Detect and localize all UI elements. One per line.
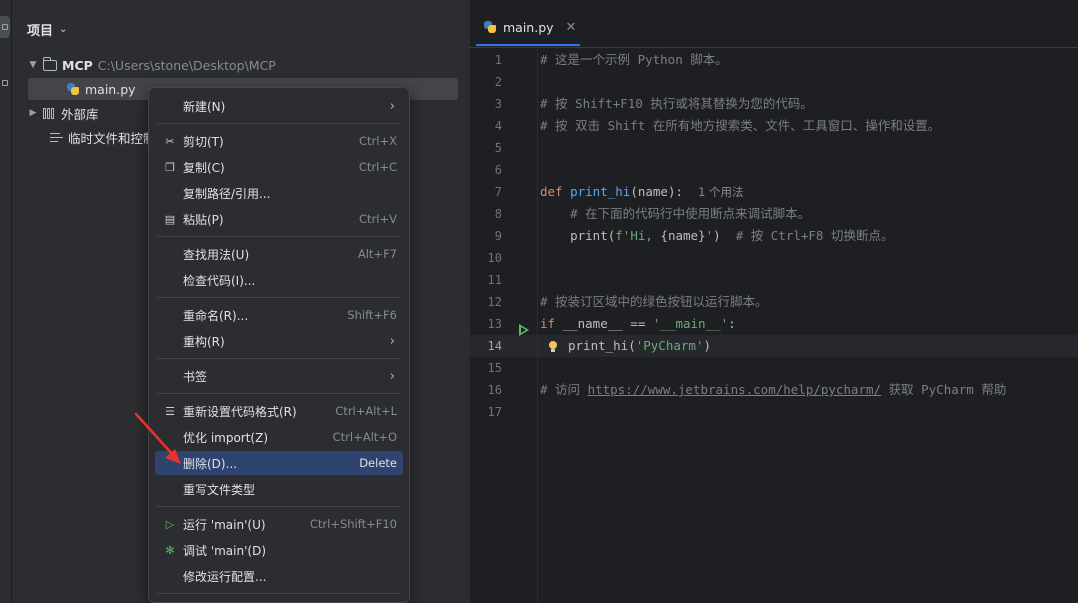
tab-main-py[interactable]: main.py ✕: [476, 10, 580, 46]
menu-separator: [157, 123, 401, 124]
menu-item-run-main[interactable]: ▷ 运行 'main'(U) Ctrl+Shift+F10: [155, 512, 403, 536]
code-line-8[interactable]: # 在下面的代码行中使用断点来调试脚本。: [540, 203, 810, 225]
project-tool-button[interactable]: [0, 16, 10, 38]
menu-separator: [157, 593, 401, 594]
tree-item-label: main.py: [85, 81, 136, 97]
structure-icon: [2, 80, 8, 86]
project-root-path: C:\Users\stone\Desktop\MCP: [97, 57, 276, 73]
chevron-down-icon: ⌄: [59, 23, 68, 35]
line-number-gutter: 1 2 3 4 5 6 7 8 9 10 11 12 13 14 15 16 1…: [470, 49, 538, 603]
line-number: 2: [494, 75, 502, 89]
chevron-right-icon: ›: [389, 98, 395, 114]
scratches-icon: [50, 132, 63, 143]
debug-icon: ✻: [165, 543, 175, 557]
code-line-9[interactable]: print(f'Hi, {name}') # 按 Ctrl+F8 切换断点。: [540, 225, 893, 247]
menu-separator: [157, 393, 401, 394]
paste-icon: ▤: [164, 212, 176, 226]
menu-item-optimize-imports[interactable]: 优化 import(Z) Ctrl+Alt+O: [155, 425, 403, 449]
line-number: 15: [487, 361, 502, 375]
menu-item-copy-path[interactable]: 复制路径/引用...: [155, 181, 403, 205]
chevron-right-icon: ›: [389, 368, 395, 384]
help-link[interactable]: https://www.jetbrains.com/help/pycharm/: [588, 382, 882, 397]
line-number: 9: [494, 229, 502, 243]
menu-item-override-file-type[interactable]: 重写文件类型: [155, 477, 403, 501]
menu-item-refactor[interactable]: 重构(R) ›: [155, 329, 403, 353]
menu-item-new[interactable]: 新建(N) ›: [155, 94, 403, 118]
copy-icon: ❐: [165, 160, 175, 174]
line-number: 16: [487, 383, 502, 397]
line-number: 1: [494, 53, 502, 67]
project-root-name: MCP: [62, 57, 93, 73]
menu-item-delete[interactable]: 删除(D)... Delete: [155, 451, 403, 475]
reformat-icon: ☰: [165, 404, 175, 418]
tree-item-external-libraries[interactable]: ▶ 外部库: [28, 102, 99, 124]
menu-separator: [157, 506, 401, 507]
line-number: 10: [487, 251, 502, 265]
menu-item-reformat-code[interactable]: ☰ 重新设置代码格式(R) Ctrl+Alt+L: [155, 399, 403, 423]
menu-item-bookmarks[interactable]: 书签 ›: [155, 364, 403, 388]
code-line-12[interactable]: # 按装订区域中的绿色按钮以运行脚本。: [540, 291, 768, 313]
tree-item-label: 临时文件和控制: [68, 130, 156, 146]
menu-separator: [157, 297, 401, 298]
line-number: 17: [487, 405, 502, 419]
menu-item-rename[interactable]: 重命名(R)... Shift+F6: [155, 303, 403, 327]
usage-hint: 1 个用法: [698, 185, 744, 199]
run-icon: ▷: [165, 517, 175, 531]
line-number: 3: [494, 97, 502, 111]
code-line-1[interactable]: # 这是一个示例 Python 脚本。: [540, 49, 728, 71]
menu-item-modify-run-config[interactable]: 修改运行配置...: [155, 564, 403, 588]
code-editor: main.py ✕ 1 2 3 4 5 6 7 8 9 10 11 12 13 …: [470, 0, 1078, 603]
line-number: 11: [487, 273, 502, 287]
chevron-right-icon: ›: [389, 333, 395, 349]
line-number: 6: [494, 163, 502, 177]
project-panel-header[interactable]: 项目 ⌄: [27, 20, 68, 39]
line-number: 7: [494, 185, 502, 199]
line-number: 5: [494, 141, 502, 155]
menu-item-paste[interactable]: ▤ 粘贴(P) Ctrl+V: [155, 207, 403, 231]
context-menu: 新建(N) › ✂ 剪切(T) Ctrl+X ❐ 复制(C) Ctrl+C 复制…: [148, 87, 410, 603]
menu-separator: [157, 236, 401, 237]
code-line-14[interactable]: print_hi('PyCharm'): [548, 335, 711, 357]
code-line-7[interactable]: def print_hi(name): 1 个用法: [540, 181, 744, 203]
project-icon: [2, 24, 8, 30]
tool-window-strip: [0, 0, 12, 603]
expand-arrow-icon[interactable]: ▶: [28, 108, 38, 118]
menu-item-find-usages[interactable]: 查找用法(U) Alt+F7: [155, 242, 403, 266]
expand-arrow-icon[interactable]: ▼: [28, 60, 38, 70]
structure-tool-button[interactable]: [0, 72, 10, 94]
line-number: 14: [487, 339, 502, 353]
scissors-icon: ✂: [165, 134, 175, 148]
code-line-16[interactable]: # 访问 https://www.jetbrains.com/help/pych…: [540, 379, 1006, 401]
code-line-4[interactable]: # 按 双击 Shift 在所有地方搜索类、文件、工具窗口、操作和设置。: [540, 115, 940, 137]
menu-item-cut[interactable]: ✂ 剪切(T) Ctrl+X: [155, 129, 403, 153]
editor-tab-bar: main.py ✕: [470, 0, 1078, 48]
line-number: 8: [494, 207, 502, 221]
code-line-13[interactable]: if __name__ == '__main__':: [540, 313, 736, 335]
menu-item-debug-main[interactable]: ✻ 调试 'main'(D): [155, 538, 403, 562]
folder-icon: [42, 56, 57, 71]
menu-item-copy[interactable]: ❐ 复制(C) Ctrl+C: [155, 155, 403, 179]
tree-item-scratches[interactable]: 临时文件和控制: [50, 126, 156, 148]
line-number: 13: [487, 317, 502, 331]
menu-item-inspect-code[interactable]: 检查代码(I)...: [155, 268, 403, 292]
library-icon: [43, 107, 56, 119]
python-file-icon: [483, 20, 497, 34]
line-number: 12: [487, 295, 502, 309]
tree-item-project-root[interactable]: ▼ MCP C:\Users\stone\Desktop\MCP: [28, 54, 276, 76]
close-icon[interactable]: ✕: [566, 20, 577, 35]
line-number: 4: [494, 119, 502, 133]
code-line-3[interactable]: # 按 Shift+F10 执行或将其替换为您的代码。: [540, 93, 813, 115]
python-file-icon: [66, 82, 80, 96]
tab-title: main.py: [503, 19, 554, 35]
project-panel-title: 项目: [27, 23, 54, 39]
run-gutter-icon[interactable]: [518, 324, 529, 336]
tree-item-label: 外部库: [61, 106, 99, 122]
menu-separator: [157, 358, 401, 359]
lightbulb-icon[interactable]: [548, 340, 558, 353]
